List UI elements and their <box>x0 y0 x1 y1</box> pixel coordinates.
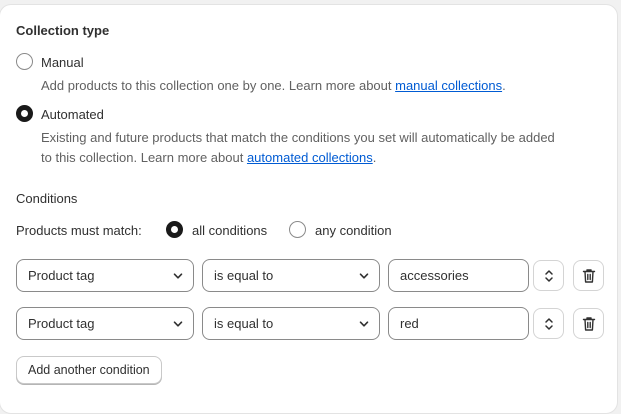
condition-operator-value-1: is equal to <box>214 268 274 283</box>
collection-type-card: Collection type Manual Add products to t… <box>0 4 618 414</box>
automated-label[interactable]: Automated <box>41 107 104 122</box>
selector-icon <box>544 269 553 282</box>
any-condition-label[interactable]: any condition <box>315 223 392 238</box>
condition-stepper-1[interactable] <box>533 260 564 291</box>
manual-help-suffix: . <box>502 78 506 93</box>
condition-operator-select-1[interactable]: is equal to <box>202 259 380 292</box>
automated-radio[interactable] <box>16 105 33 122</box>
automated-help-suffix: . <box>372 150 377 165</box>
all-conditions-radio[interactable] <box>166 221 183 238</box>
condition-value-text-1: accessories <box>400 268 469 283</box>
condition-value-text-2: red <box>400 316 419 331</box>
chevron-down-icon <box>359 321 369 327</box>
conditions-heading: Conditions <box>16 191 78 206</box>
all-conditions-label[interactable]: all conditions <box>192 223 267 238</box>
delete-condition-button-2[interactable] <box>573 308 604 339</box>
any-condition-radio[interactable] <box>289 221 306 238</box>
manual-collections-link[interactable]: manual collections <box>395 78 502 93</box>
manual-help-prefix: Add products to this collection one by o… <box>41 78 396 93</box>
condition-stepper-2[interactable] <box>533 308 564 339</box>
add-condition-button[interactable]: Add another condition <box>16 356 162 384</box>
condition-operator-select-2[interactable]: is equal to <box>202 307 380 340</box>
condition-operator-value-2: is equal to <box>214 316 274 331</box>
automated-collections-link[interactable]: automated collections <box>247 150 373 165</box>
chevron-down-icon <box>173 321 183 327</box>
delete-condition-button-1[interactable] <box>573 260 604 291</box>
condition-value-input-2[interactable]: red <box>388 307 529 340</box>
chevron-down-icon <box>173 273 183 279</box>
match-label: Products must match: <box>16 223 142 238</box>
chevron-down-icon <box>359 273 369 279</box>
selector-icon <box>544 317 553 330</box>
manual-radio[interactable] <box>16 53 33 70</box>
condition-field-select-2[interactable]: Product tag <box>16 307 194 340</box>
automated-help-text-line2: to this collection. Learn more about aut… <box>41 148 376 168</box>
manual-help-text: Add products to this collection one by o… <box>41 76 506 96</box>
condition-field-value-2: Product tag <box>28 316 95 331</box>
condition-field-select-1[interactable]: Product tag <box>16 259 194 292</box>
manual-label[interactable]: Manual <box>41 55 84 70</box>
automated-help-prefix: to this collection. Learn more about <box>41 150 247 165</box>
trash-icon <box>582 316 595 331</box>
add-condition-label: Add another condition <box>28 363 150 377</box>
trash-icon <box>582 268 595 283</box>
condition-field-value-1: Product tag <box>28 268 95 283</box>
collection-type-heading: Collection type <box>16 23 110 38</box>
automated-help-text-line1: Existing and future products that match … <box>41 130 555 145</box>
condition-value-input-1[interactable]: accessories <box>388 259 529 292</box>
